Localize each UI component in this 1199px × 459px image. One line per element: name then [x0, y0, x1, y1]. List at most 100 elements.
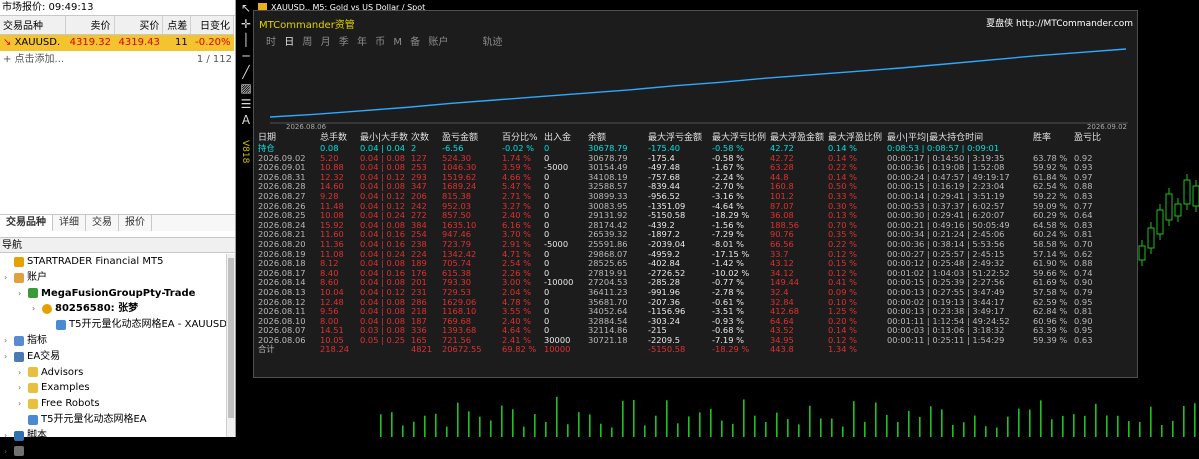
nav-item[interactable]: › 账户: [0, 270, 226, 286]
navigator-title: 导航: [0, 237, 235, 253]
navigator-scrollbar[interactable]: [226, 254, 235, 437]
panel-title: MTCommander资管: [259, 20, 355, 31]
nav-item[interactable]: › MegaFusionGroupPty-Trade: [0, 286, 226, 302]
chevron-icon[interactable]: ›: [4, 270, 12, 286]
broker-icon: [14, 256, 24, 267]
symbol-row[interactable]: ↘ XAUUSD. 4319.32 4319.43 11 -0.20%: [0, 34, 234, 51]
volume-bar: [776, 412, 778, 437]
candle-body: [1192, 185, 1199, 207]
volume-bar: [545, 421, 547, 437]
candle-body: [1174, 203, 1182, 217]
scroll-thumb[interactable]: [228, 258, 234, 418]
chevron-icon[interactable]: ›: [4, 444, 12, 459]
total-row[interactable]: 合计 218.24 4821 20672.55 69.82 % 10000 -5150.58…: [258, 345, 1102, 355]
nav-item-label: MegaFusionGroupPty-Trade: [41, 287, 196, 299]
volume-bar: [831, 418, 833, 437]
nav-item[interactable]: STARTRADER Financial MT5: [0, 254, 226, 270]
volume-bar: [853, 401, 855, 437]
volume-bar: [710, 408, 712, 437]
navigator-tree: STARTRADER Financial MT5 › 账户 › MegaFusionGr…: [0, 254, 227, 459]
experts-icon: [14, 351, 24, 362]
report-cell: [588, 345, 648, 355]
volume-bar: [897, 421, 899, 437]
report-cell: 0.63: [1074, 334, 1093, 345]
ea-icon: [28, 414, 38, 425]
col-bid[interactable]: 卖价: [65, 16, 115, 35]
volume-bar: [534, 414, 536, 437]
mtcommander-panel: MTCommander资管 夏盘侠 http://MTCommander.com…: [253, 10, 1138, 378]
tab-symbols[interactable]: 交易品种: [0, 215, 53, 231]
chevron-icon[interactable]: ›: [18, 286, 26, 302]
indicators-icon: [14, 335, 24, 346]
nav-item[interactable]: › Advisors: [0, 365, 226, 381]
nav-item[interactable]: › EA交易: [0, 349, 226, 365]
report-col-header[interactable]: 出入金: [544, 133, 588, 144]
volume-bar: [1051, 419, 1053, 437]
col-symbol[interactable]: 交易品种: [0, 16, 66, 35]
add-symbol-label[interactable]: + 点击添加...: [3, 51, 64, 68]
chevron-icon[interactable]: ›: [4, 333, 12, 349]
volume-bar: [1029, 409, 1031, 437]
add-symbol-row[interactable]: + 点击添加... 1 / 112: [0, 51, 235, 68]
volume-bar: [490, 420, 492, 437]
nav-item-label: T5开元量化动态网格EA - XAUUSD: [69, 319, 227, 331]
chevron-icon[interactable]: ›: [4, 349, 12, 365]
report-cell: 1.34 %: [828, 344, 857, 355]
volume-bar: [644, 425, 646, 437]
report-table: 日期 总手数 最小|大手数 次数 盈亏金额 百分比% 出入金 余额 最大浮亏金额 最大浮亏比例 最大…: [258, 133, 1102, 355]
report-cell: [887, 345, 1033, 355]
nav-item-label: EA交易: [27, 350, 61, 362]
user-icon: [42, 304, 52, 315]
report-cell: 0: [544, 296, 550, 307]
tab-details[interactable]: 详细: [53, 215, 86, 231]
nav-item-label: T5开元量化动态网格EA: [41, 413, 147, 425]
ask-cell: 4319.43: [114, 34, 163, 51]
col-change[interactable]: 日变化: [190, 16, 234, 35]
chevron-icon[interactable]: ›: [4, 428, 12, 444]
chevron-icon[interactable]: ›: [18, 380, 26, 396]
volume-bar: [622, 400, 624, 437]
nav-item[interactable]: › 脚本: [0, 428, 226, 444]
report-cell: 218.24: [320, 344, 350, 355]
nav-item[interactable]: T5开元量化动态网格EA - XAUUSD: [0, 317, 227, 333]
chevron-icon[interactable]: ›: [18, 365, 26, 381]
report-col-header[interactable]: 盈亏比: [1074, 133, 1102, 144]
volume-bar: [380, 414, 382, 437]
volume-bar: [479, 416, 481, 437]
nav-item-label: 指标: [27, 334, 47, 346]
chevron-icon[interactable]: ›: [18, 396, 26, 412]
nav-item[interactable]: › 服务: [0, 444, 226, 459]
report-cell: 0: [544, 190, 550, 201]
report-cell: 30721.18: [588, 334, 628, 345]
tab-ticks[interactable]: 报价: [119, 215, 152, 231]
panel-brand[interactable]: 夏盘侠 http://MTCommander.com: [986, 16, 1133, 29]
nav-item[interactable]: › 指标: [0, 333, 226, 349]
chevron-icon[interactable]: ›: [32, 301, 40, 317]
report-col-header[interactable]: 胜率: [1033, 133, 1074, 144]
volume-bar: [1062, 415, 1064, 437]
report-cell: [360, 345, 411, 355]
tab-trading[interactable]: 交易: [86, 215, 119, 231]
volume-bar: [600, 423, 602, 437]
volume-bar: [391, 412, 393, 437]
market-watch-tabs: 交易品种 详细 交易 报价: [0, 214, 235, 231]
volume-bar: [1161, 425, 1163, 437]
nav-item[interactable]: › Examples: [0, 380, 226, 396]
col-ask[interactable]: 买价: [114, 16, 164, 35]
scripts-icon: [14, 430, 24, 441]
nav-item-label: 80256580: 张梦: [55, 303, 139, 315]
candle-body: [1147, 227, 1155, 249]
nav-item[interactable]: › 80256580: 张梦: [0, 301, 226, 317]
nav-item-label: STARTRADER Financial MT5: [27, 256, 164, 267]
nav-item[interactable]: › Free Robots: [0, 396, 226, 412]
nav-item-label: Free Robots: [41, 398, 100, 410]
report-cell: [1074, 345, 1102, 355]
volume-bar: [1117, 415, 1119, 437]
volume-bar: [523, 426, 525, 437]
col-spread[interactable]: 点差: [162, 16, 192, 35]
volume-bar: [1084, 415, 1086, 437]
nav-item-label: 服务: [27, 445, 47, 457]
nav-item[interactable]: T5开元量化动态网格EA: [0, 412, 226, 428]
report-cell: 0: [544, 219, 550, 230]
volume-bar: [1106, 415, 1108, 437]
